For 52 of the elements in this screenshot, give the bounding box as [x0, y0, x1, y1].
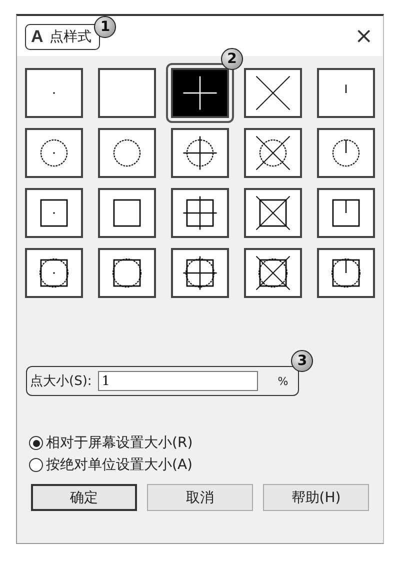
- point-style-option[interactable]: [244, 68, 302, 118]
- point-style-option[interactable]: [98, 248, 156, 298]
- point-symbol-icon: [40, 199, 68, 227]
- point-style-option[interactable]: [317, 248, 375, 298]
- point-style-option[interactable]: [98, 128, 156, 178]
- point-symbol-icon: [256, 136, 290, 170]
- point-symbol-icon: [256, 76, 290, 110]
- point-style-option[interactable]: [317, 188, 375, 238]
- dialog-button[interactable]: 取消: [147, 484, 253, 511]
- radio-button[interactable]: [29, 436, 43, 450]
- point-symbol-icon: [182, 196, 218, 230]
- radio-label[interactable]: 相对于屏幕设置大小(R): [46, 434, 193, 452]
- point-style-option[interactable]: [98, 188, 156, 238]
- point-symbol-icon: [113, 139, 141, 167]
- point-style-option[interactable]: [25, 128, 83, 178]
- point-symbol-icon: [256, 196, 290, 230]
- point-style-option[interactable]: [171, 188, 229, 238]
- callout-marker: 1: [94, 16, 116, 38]
- percent-label: %: [278, 374, 288, 388]
- point-style-option[interactable]: [171, 128, 229, 178]
- dialog-title: 点样式: [49, 28, 92, 46]
- dialog-button[interactable]: 帮助(H): [263, 484, 369, 511]
- point-symbol-icon: [182, 76, 218, 110]
- point-style-option[interactable]: [244, 128, 302, 178]
- point-style-option[interactable]: [171, 68, 229, 118]
- radio-button[interactable]: [29, 458, 43, 472]
- point-symbol-icon: [256, 256, 290, 290]
- point-style-option[interactable]: [244, 248, 302, 298]
- point-size-field[interactable]: 1: [98, 371, 258, 391]
- callout-marker: 3: [291, 350, 314, 372]
- close-button[interactable]: ×: [354, 26, 373, 48]
- dialog-button[interactable]: 确定: [31, 484, 137, 511]
- radio-label[interactable]: 按绝对单位设置大小(A): [46, 456, 193, 474]
- point-style-option[interactable]: [25, 68, 83, 118]
- point-symbol-icon: [112, 258, 142, 288]
- app-icon: A: [31, 27, 44, 47]
- point-symbol-icon: [39, 258, 69, 288]
- point-style-option[interactable]: [98, 68, 156, 118]
- point-symbol-icon: [332, 199, 360, 227]
- point-symbol-icon: [182, 256, 218, 290]
- point-size-label: 点大小(S):: [30, 373, 92, 390]
- point-symbol-icon: [40, 139, 68, 167]
- point-symbol-icon: [332, 139, 360, 167]
- point-style-option[interactable]: [25, 188, 83, 238]
- point-style-option[interactable]: [317, 68, 375, 118]
- point-style-option[interactable]: [171, 248, 229, 298]
- point-symbol-icon: [113, 199, 141, 227]
- point-style-option[interactable]: [25, 248, 83, 298]
- point-symbol-icon: [331, 258, 361, 288]
- point-style-option[interactable]: [244, 188, 302, 238]
- point-style-option[interactable]: [317, 128, 375, 178]
- point-symbol-icon: [182, 136, 218, 170]
